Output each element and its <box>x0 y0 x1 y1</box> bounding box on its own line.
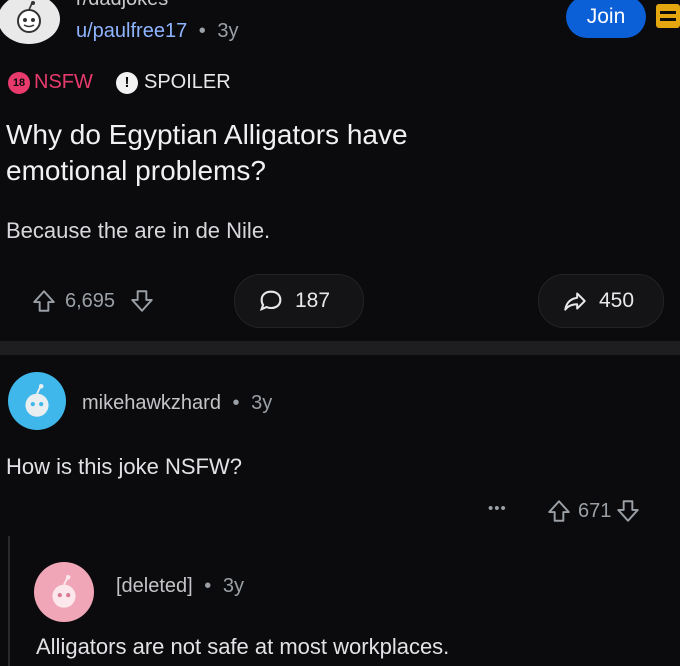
snoo-icon <box>17 1 41 33</box>
join-label: Join <box>586 5 626 28</box>
share-arrow-icon <box>564 292 586 311</box>
meta-separator: • <box>198 20 206 42</box>
share-button[interactable]: 450 <box>538 274 664 328</box>
join-button[interactable]: Join <box>566 0 646 38</box>
subreddit-avatar[interactable] <box>0 0 60 44</box>
section-divider <box>0 341 680 355</box>
post-age: 3y <box>217 20 239 42</box>
nsfw-18-icon: 18 <box>8 71 30 94</box>
reply-text: Alligators are not safe at most workplac… <box>36 634 450 659</box>
reply-meta: [deleted] • 3y <box>116 575 244 598</box>
meta-separator: • <box>232 392 240 414</box>
upvote-icon[interactable] <box>31 288 57 314</box>
comment-meta: mikehawkzhard • 3y <box>82 392 272 415</box>
post-author[interactable]: u/paulfree17 <box>76 20 187 42</box>
thread-line <box>8 536 10 666</box>
downvote-icon[interactable] <box>129 288 155 314</box>
more-options-button[interactable]: ••• <box>488 500 507 517</box>
deleted-user-avatar <box>34 562 94 622</box>
comment-vote-count: 671 <box>578 499 612 522</box>
vote-bar: 6,695 <box>0 274 216 328</box>
nsfw-tag: 18 NSFW <box>8 71 93 94</box>
exclamation-icon: ! <box>116 71 138 94</box>
commenter-avatar[interactable] <box>8 372 66 430</box>
post-title[interactable]: Why do Egyptian Alligators have emotiona… <box>6 117 506 189</box>
reply-age: 3y <box>222 575 244 597</box>
spoiler-label: SPOILER <box>144 71 231 93</box>
spoiler-tag: ! SPOILER <box>116 71 231 94</box>
comment-count: 187 <box>295 289 331 312</box>
nsfw-label: NSFW <box>34 71 93 93</box>
comments-button[interactable]: 187 <box>234 274 364 328</box>
snoo-icon <box>25 383 49 417</box>
post-meta: u/paulfree17 • 3y <box>76 20 238 43</box>
comment-age: 3y <box>251 392 273 414</box>
upvote-icon[interactable] <box>546 498 572 524</box>
meta-separator: • <box>204 575 212 597</box>
comment-text: How is this joke NSFW? <box>6 454 242 479</box>
subreddit-name[interactable]: r/dadjokes <box>76 0 168 11</box>
share-count: 450 <box>599 289 635 312</box>
comment-bubble-icon <box>259 290 282 312</box>
downvote-icon[interactable] <box>615 498 641 524</box>
comment-author[interactable]: mikehawkzhard <box>82 392 221 414</box>
reply-author: [deleted] <box>116 575 193 597</box>
post-vote-count: 6,695 <box>65 289 116 312</box>
comment-vote-bar: 671 <box>546 498 641 524</box>
post-body: Because the are in de Nile. <box>6 218 271 243</box>
bookmark-icon[interactable] <box>656 4 680 28</box>
snoo-icon <box>52 574 76 608</box>
